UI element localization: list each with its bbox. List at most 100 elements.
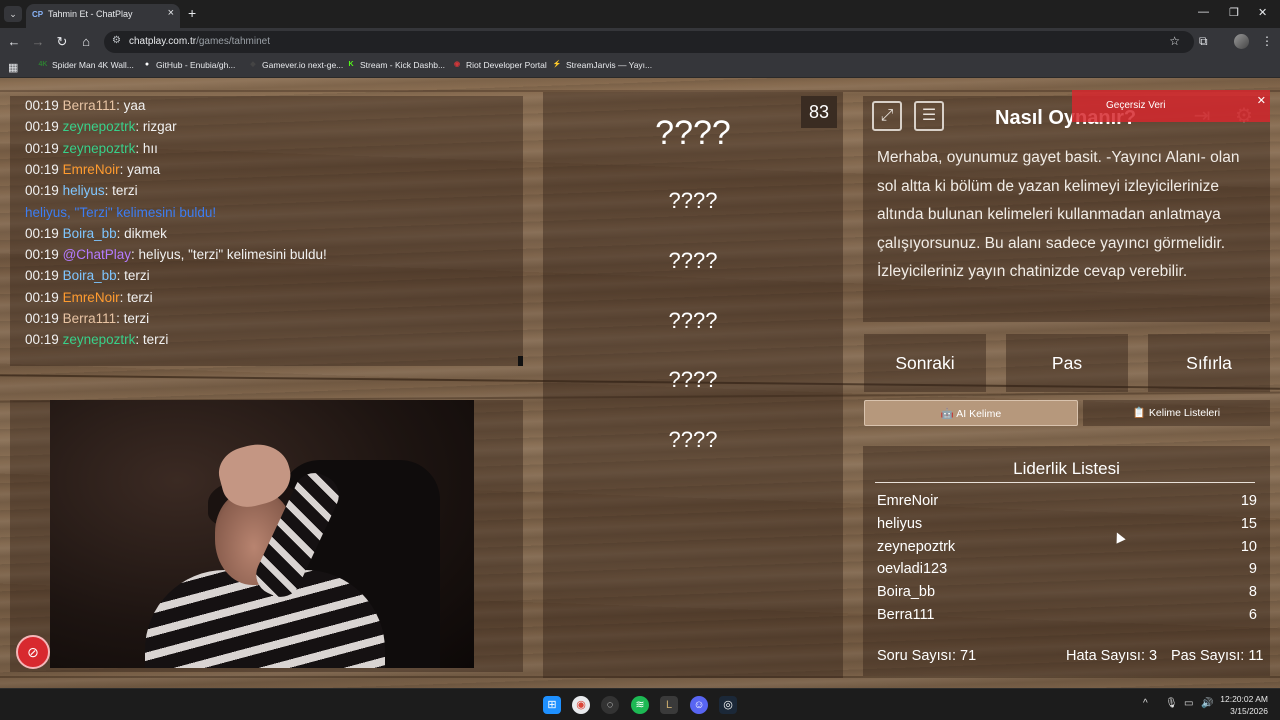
chat-message: 00:19 Boira_bb: dikmek xyxy=(25,226,167,241)
leaderboard-row: heliyus 15 xyxy=(877,516,1257,532)
fullscreen-icon[interactable]: ⤢ xyxy=(872,101,902,131)
app-icon[interactable]: ◌ xyxy=(601,696,619,714)
player-name: oevladi123 xyxy=(877,561,948,578)
player-score: 8 xyxy=(1248,584,1257,601)
menu-kebab-icon[interactable]: ⋮ xyxy=(1261,34,1273,48)
minimize-button[interactable]: — xyxy=(1198,6,1209,18)
new-tab-button[interactable]: + xyxy=(188,5,196,21)
bookmark-item[interactable]: ● GitHub - Enubia/gh... xyxy=(142,60,236,70)
chat-username: zeynepoztrk xyxy=(62,140,136,156)
steam-icon[interactable]: ◎ xyxy=(719,696,737,714)
bookmark-favicon-icon: ◉ xyxy=(453,61,461,68)
word-lists-label: Kelime Listeleri xyxy=(1148,407,1221,419)
chat-username: @ChatPlay xyxy=(62,247,132,263)
bookmark-item[interactable]: ◉ Riot Developer Portal xyxy=(452,60,547,70)
ai-word-button[interactable]: 🤖 AI Kelime xyxy=(864,400,1078,426)
player-name: Berra111 xyxy=(877,607,935,623)
chat-scrollbar[interactable] xyxy=(518,356,523,366)
bookmark-label: Spider Man 4K Wall... xyxy=(52,60,134,70)
spotify-icon[interactable]: ≋ xyxy=(631,696,649,714)
apps-grid-icon[interactable]: ▦ xyxy=(8,61,18,74)
next-button[interactable]: Sonraki xyxy=(864,334,986,392)
site-info-icon[interactable]: ⚙ xyxy=(112,35,121,46)
toast-close-icon[interactable]: ✕ xyxy=(1257,94,1266,107)
chat-text: : yaa xyxy=(116,98,146,113)
pass-count: Pas Sayısı: 11 xyxy=(1171,648,1264,664)
windows-taskbar: ⊞ ◉ ◌ ≋ L ☺ ◎ ^ 🎙 ▭ 🔊 12:20:02 AM 3/15/2… xyxy=(0,688,1280,720)
chat-text: : terzi xyxy=(116,268,150,284)
address-bar[interactable]: ⚙ chatplay.com.tr/games/tahminet ☆ xyxy=(104,31,1194,53)
extensions-icon[interactable]: ⧉ xyxy=(1199,34,1208,49)
back-button[interactable]: ← xyxy=(6,34,22,50)
bookmark-label: Stream - Kick Dashb... xyxy=(360,60,446,70)
error-toast: Geçersiz Veri ✕ xyxy=(1072,90,1270,122)
chat-timestamp: 00:19 xyxy=(25,140,59,156)
bookmark-label: Riot Developer Portal xyxy=(466,60,547,70)
reload-button[interactable]: ↻ xyxy=(54,34,70,50)
profile-avatar[interactable] xyxy=(1234,34,1249,49)
chat-message: 00:19 Berra111: terzi xyxy=(25,311,149,326)
home-button[interactable]: ⌂ xyxy=(78,34,94,50)
forbidden-word: ???? xyxy=(668,308,718,333)
url-host: chatplay.com.tr xyxy=(129,36,197,47)
chat-username: Boira_bb xyxy=(62,225,117,241)
bookmark-favicon-icon: ● xyxy=(144,61,150,68)
bookmark-item[interactable]: 4K Spider Man 4K Wall... xyxy=(38,60,134,70)
chat-message: 00:19 heliyus: terzi xyxy=(25,183,138,198)
chat-username: EmreNoir xyxy=(62,161,120,177)
player-score: 19 xyxy=(1240,493,1257,509)
chat-timestamp: 00:19 xyxy=(25,268,59,284)
window-close-button[interactable]: ✕ xyxy=(1258,6,1267,19)
tab-title: Tahmin Et - ChatPlay xyxy=(48,9,133,19)
chat-message: 00:19 EmreNoir: terzi xyxy=(25,290,153,305)
error-count: Hata Sayısı: 3 xyxy=(1066,648,1158,664)
chat-message: 00:19 EmreNoir: yama xyxy=(25,162,160,177)
url-path: /games/tahminet xyxy=(196,36,270,47)
chat-message: 00:19 zeynepoztrk: rizgar xyxy=(25,119,177,134)
forward-button[interactable]: → xyxy=(30,34,46,50)
bookmark-item[interactable]: K Stream - Kick Dashb... xyxy=(346,60,445,70)
chat-timestamp: 00:19 xyxy=(25,98,59,113)
word-panel: 83 ???? ???? ???? ???? ???? ???? xyxy=(543,92,843,678)
tab-search-button[interactable]: ⌄ xyxy=(4,6,22,22)
discord-icon[interactable]: ☺ xyxy=(690,696,708,714)
system-clock[interactable]: 12:20:02 AM 3/15/2026 xyxy=(1220,693,1268,717)
tab-close-icon[interactable]: × xyxy=(168,7,174,19)
chat-timestamp: 00:19 xyxy=(25,161,59,177)
bookmark-item[interactable]: ⚡ StreamJarvis — Yayı... xyxy=(552,60,652,70)
leaderboard-row: EmreNoir 19 xyxy=(877,493,1257,509)
leaderboard-row: oevladi123 9 xyxy=(877,561,1257,577)
chrome-icon[interactable]: ◉ xyxy=(572,696,590,714)
how-to-play-panel: ⤢ ☰ Nasıl Oynanır? ⇥ ⚙ Merhaba, oyunumuz… xyxy=(863,96,1270,322)
webcam-panel xyxy=(10,400,523,672)
chat-text: : heliyus, "terzi" kelimesini buldu! xyxy=(131,247,327,263)
pass-button[interactable]: Pas xyxy=(1006,334,1128,392)
word-lists-button[interactable]: 📋 Kelime Listeleri xyxy=(1083,400,1270,426)
reset-button[interactable]: Sıfırla xyxy=(1148,334,1270,392)
bookmark-star-icon[interactable]: ☆ xyxy=(1169,34,1180,48)
start-windows-icon[interactable]: ⊞ xyxy=(543,696,561,714)
notes-icon[interactable]: ☰ xyxy=(914,101,944,131)
browser-tabstrip: ⌄ CP Tahmin Et - ChatPlay × + — ❐ ✕ xyxy=(0,0,1280,28)
browser-toolbar: ← → ↻ ⌂ ⚙ chatplay.com.tr/games/tahminet… xyxy=(0,28,1280,56)
player-name: zeynepoztrk xyxy=(877,538,956,555)
chat-text: : terzi xyxy=(119,289,153,305)
chat-username: Boira_bb xyxy=(62,268,117,284)
bookmarks-bar: ▦ 4K Spider Man 4K Wall... ● GitHub - Enubi… xyxy=(0,56,1280,78)
leaderboard-title: Liderlik Listesi xyxy=(1013,459,1120,478)
chat-timestamp: 00:19 xyxy=(25,332,59,348)
url-text: chatplay.com.tr/games/tahminet xyxy=(129,36,270,47)
league-icon[interactable]: L xyxy=(660,696,678,714)
restore-button[interactable]: ❐ xyxy=(1229,6,1239,19)
leaderboard-row: zeynepoztrk 10 xyxy=(877,539,1257,555)
chat-system-notice: heliyus, "Terzi" kelimesini buldu! xyxy=(25,204,217,220)
volume-icon[interactable]: 🔊 xyxy=(1201,698,1213,709)
tab-active[interactable]: CP Tahmin Et - ChatPlay × xyxy=(26,4,180,28)
player-score: 6 xyxy=(1248,607,1257,623)
microphone-icon[interactable]: 🎙 xyxy=(1165,698,1178,709)
bookmark-item[interactable]: ◆ Gamever.io next-ge... xyxy=(248,60,343,70)
record-toggle-button[interactable]: ⊘ xyxy=(16,635,50,669)
chat-message: 00:19 zeynepoztrk: terzi xyxy=(25,332,168,347)
network-icon[interactable]: ▭ xyxy=(1184,698,1193,709)
tray-chevron-icon[interactable]: ^ xyxy=(1143,698,1148,709)
